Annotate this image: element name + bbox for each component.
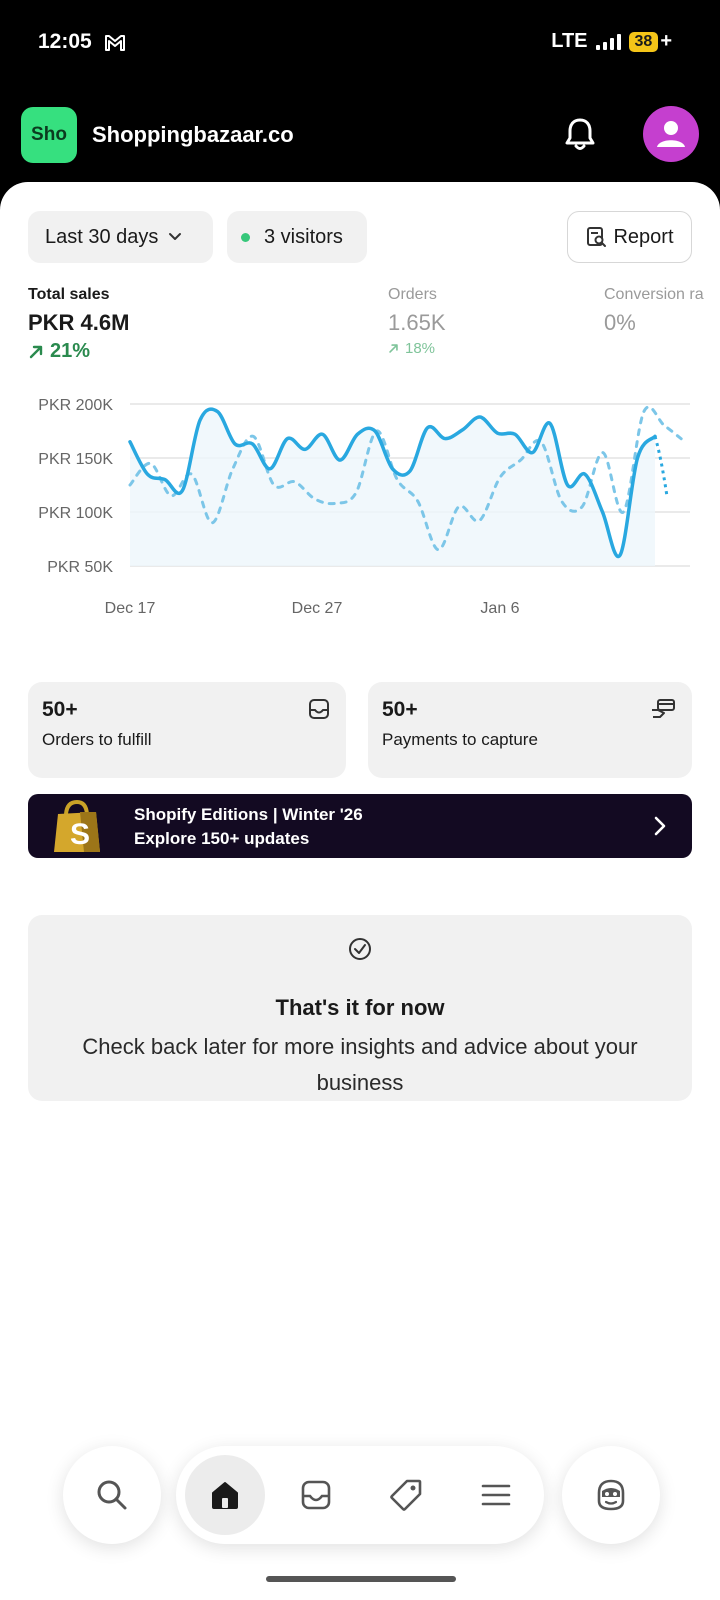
hand-payment-icon [652, 699, 675, 718]
visitors-label: 3 visitors [264, 225, 343, 248]
search-icon [97, 1480, 127, 1510]
search-button[interactable] [63, 1446, 161, 1544]
date-range-dropdown[interactable]: Last 30 days [28, 211, 213, 263]
x-tick-label: Dec 17 [105, 600, 156, 617]
empty-state-title: That's it for now [275, 995, 445, 1020]
sales-series-projection [653, 435, 669, 497]
conversion-value: 0% [604, 310, 636, 335]
store-name[interactable]: Shoppingbazaar.co [92, 122, 294, 148]
shopify-editions-banner[interactable]: S Shopify Editions | Winter '26 Explore … [28, 794, 692, 858]
live-dot-icon [241, 232, 250, 242]
battery-icon: 38 [628, 31, 659, 52]
total-sales-metric[interactable]: Total sales PKR 4.6M 21% [28, 286, 129, 363]
orders-change: 18% [388, 340, 446, 357]
orders-to-fulfill-card[interactable]: 50+ Orders to fulfill [28, 682, 346, 778]
sales-chart-svg: PKR 200K PKR 150K PKR 100K PKR 50K Dec 17 Dec… [38, 397, 690, 617]
conversion-label: Conversion ra [604, 286, 704, 303]
payments-to-capture-card[interactable]: 50+ Payments to capture [368, 682, 692, 778]
avatar[interactable] [643, 106, 699, 162]
payments-to-capture-count: 50+ [382, 698, 418, 721]
gmail-icon [104, 34, 126, 57]
main-content: Last 30 days 3 visitors Report Total sal… [0, 182, 720, 1600]
store-logo[interactable]: Sho [21, 107, 77, 163]
check-circle-icon [349, 938, 371, 960]
total-sales-change: 21% [28, 340, 129, 363]
main-tab-bar [176, 1446, 544, 1544]
total-sales-value: PKR 4.6M [28, 310, 130, 335]
chevron-down-icon [169, 233, 182, 240]
tab-orders[interactable] [276, 1455, 356, 1535]
status-bar: 12:05 LTE 38 + [0, 0, 720, 90]
inbox-icon [301, 1480, 331, 1510]
tab-home[interactable] [185, 1455, 265, 1535]
user-icon [657, 121, 685, 147]
y-tick-label: PKR 200K [38, 397, 113, 414]
sales-chart[interactable]: PKR 200K PKR 150K PKR 100K PKR 50K Dec 17 Dec… [0, 392, 720, 632]
status-time: 12:05 [38, 30, 92, 53]
arrow-up-right-icon [29, 345, 43, 358]
arrow-up-right-icon [389, 344, 398, 353]
total-sales-change-value: 21% [50, 340, 91, 362]
banner-title: Shopify Editions | Winter '26 [134, 805, 363, 824]
report-button[interactable]: Report [567, 211, 692, 263]
home-indicator [266, 1576, 456, 1582]
bottom-navigation [0, 1440, 720, 1550]
task-cards: 50+ Orders to fulfill 50+ Payments to ca… [28, 682, 692, 778]
orders-change-value: 18% [405, 340, 436, 357]
home-icon [212, 1482, 238, 1509]
signal-icon [595, 33, 621, 50]
filter-bar: Last 30 days 3 visitors Report [28, 211, 692, 263]
assistant-icon [597, 1479, 625, 1511]
inbox-icon [309, 699, 329, 719]
app-header: Sho Shoppingbazaar.co [0, 90, 720, 182]
metrics-row: Total sales PKR 4.6M 21% Orders 1.65K 18… [28, 286, 720, 366]
sidekick-button[interactable] [562, 1446, 660, 1544]
y-tick-label: PKR 150K [38, 451, 113, 468]
orders-label: Orders [388, 286, 437, 303]
menu-icon [481, 1484, 511, 1506]
payments-to-capture-label: Payments to capture [382, 730, 538, 749]
date-range-label: Last 30 days [45, 225, 159, 248]
empty-state-text: Check back later for more insights and a… [82, 1034, 638, 1095]
bell-icon [565, 118, 595, 150]
conversion-metric[interactable]: Conversion ra 0% [604, 286, 704, 336]
tab-menu[interactable] [456, 1455, 536, 1535]
tab-products[interactable] [366, 1455, 446, 1535]
tag-icon [390, 1479, 422, 1511]
orders-to-fulfill-label: Orders to fulfill [42, 730, 152, 749]
empty-state-card: That's it for now Check back later for m… [28, 915, 692, 1101]
total-sales-label: Total sales [28, 286, 110, 303]
orders-value: 1.65K [388, 310, 446, 335]
banner-subtitle: Explore 150+ updates [134, 829, 310, 848]
report-icon [587, 227, 607, 247]
orders-metric[interactable]: Orders 1.65K 18% [388, 286, 446, 357]
network-type: LTE [551, 30, 588, 52]
report-label: Report [613, 225, 674, 248]
status-indicators: LTE 38 + [551, 30, 672, 53]
y-tick-label: PKR 50K [47, 559, 113, 576]
y-tick-label: PKR 100K [38, 505, 113, 522]
notifications-button[interactable] [558, 112, 602, 156]
x-tick-label: Dec 27 [292, 600, 343, 617]
orders-to-fulfill-count: 50+ [42, 698, 78, 721]
x-tick-label: Jan 6 [480, 600, 519, 617]
chevron-right-icon [654, 816, 666, 836]
sales-series-area [130, 409, 655, 566]
charging-indicator: + [660, 30, 672, 52]
bag-letter: S [70, 818, 90, 851]
shopify-bag-icon: S [54, 799, 100, 852]
live-visitors-chip[interactable]: 3 visitors [227, 211, 367, 263]
